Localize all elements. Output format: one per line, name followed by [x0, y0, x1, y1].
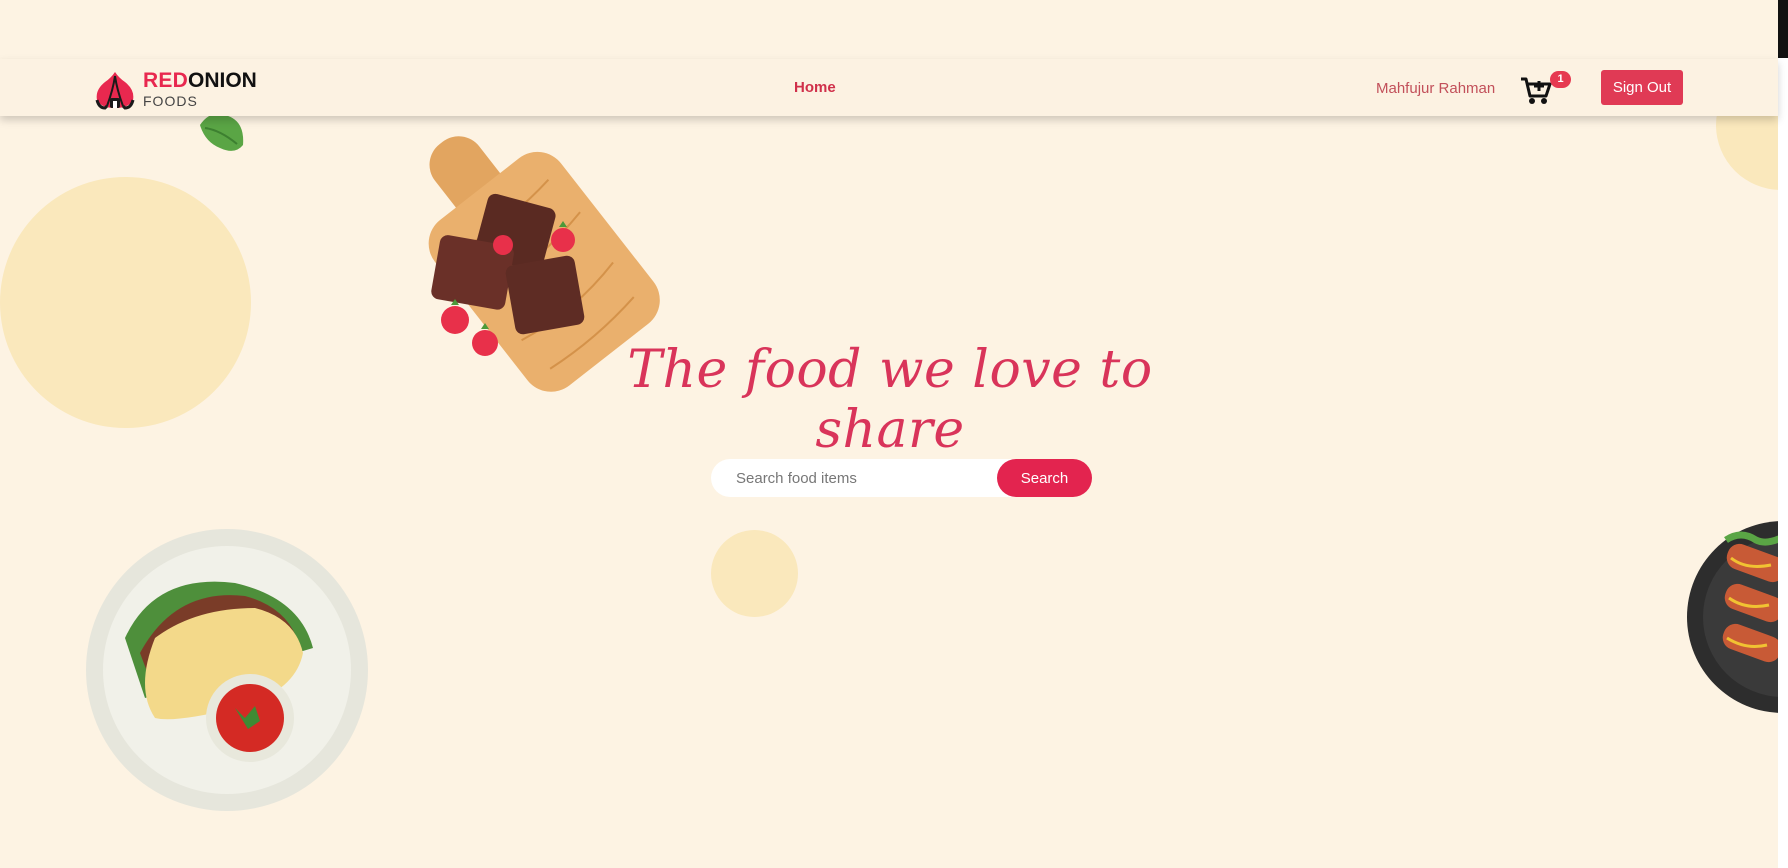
decor-circle-small — [711, 530, 798, 617]
search-bar: Search — [711, 459, 1092, 497]
onion-logo-icon — [95, 72, 135, 110]
landing-page: The food we love to share Search — [0, 0, 1778, 868]
brand-name-red: RED — [143, 69, 188, 92]
brand-logo[interactable]: RED ONION FOODS — [93, 65, 263, 111]
taco-plate-illustration — [86, 529, 368, 811]
cart-count-badge: 1 — [1550, 71, 1571, 88]
sausage-dish-illustration — [1687, 521, 1778, 713]
leaf-illustration — [200, 113, 244, 151]
cart-button[interactable]: 1 — [1520, 71, 1571, 107]
right-edge-strip — [1778, 0, 1788, 868]
hero-title: The food we love to share — [627, 340, 1153, 460]
decor-circle-left — [0, 177, 251, 428]
cart-plus-icon — [1521, 77, 1552, 104]
search-input[interactable] — [711, 459, 1041, 497]
nav-home-link[interactable]: Home — [794, 79, 836, 96]
sign-out-button[interactable]: Sign Out — [1601, 70, 1683, 105]
brand-name-black: ONION — [188, 69, 257, 92]
user-name: Mahfujur Rahman — [1376, 80, 1496, 97]
navbar: RED ONION FOODS Home Mahfujur Rahman 1 S… — [0, 59, 1778, 116]
brand-subtitle: FOODS — [143, 93, 198, 109]
search-button[interactable]: Search — [997, 459, 1092, 497]
scrollbar-top — [1778, 0, 1788, 58]
